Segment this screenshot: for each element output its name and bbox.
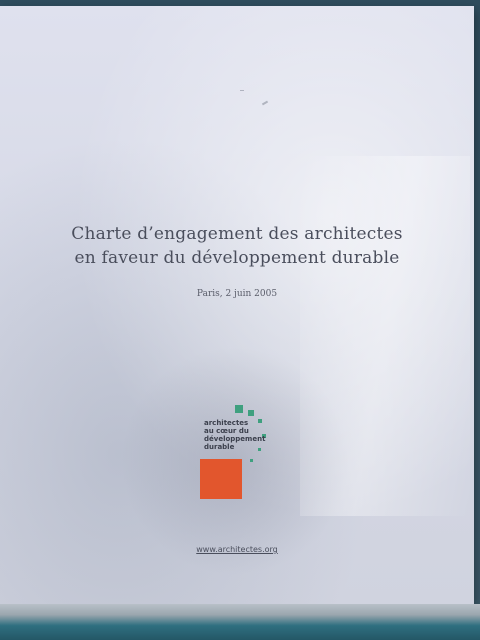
logo-line-4: durable [204,443,235,451]
title-line-1: Charte d’engagement des architectes [71,224,403,244]
logo-square-icon [248,410,254,416]
logo-line-3: développement [204,435,266,443]
logo-wordmark: architectes au cœur du développement dur… [204,419,265,451]
website-link[interactable]: www.architectes.org [0,545,474,554]
logo-square-icon [250,459,253,462]
table-surface [0,604,480,640]
logo-line-2: au cœur du [204,427,249,435]
scuff-mark [240,90,244,91]
title-line-2: en faveur du développement durable [74,248,400,268]
logo-line-1: architectes [204,419,249,427]
organization-logo: architectes au cœur du développement dur… [196,401,276,511]
document-date: Paris, 2 juin 2005 [196,289,278,299]
logo-square-icon [235,405,243,413]
logo-orange-block [200,459,242,499]
document-cover: Charte d’engagement des architectes en f… [0,6,474,604]
photo-background: Charte d’engagement des architectes en f… [0,0,480,640]
scuff-mark [261,100,269,106]
document-title: Charte d’engagement des architectes en f… [0,222,474,270]
light-reflection [300,156,470,516]
